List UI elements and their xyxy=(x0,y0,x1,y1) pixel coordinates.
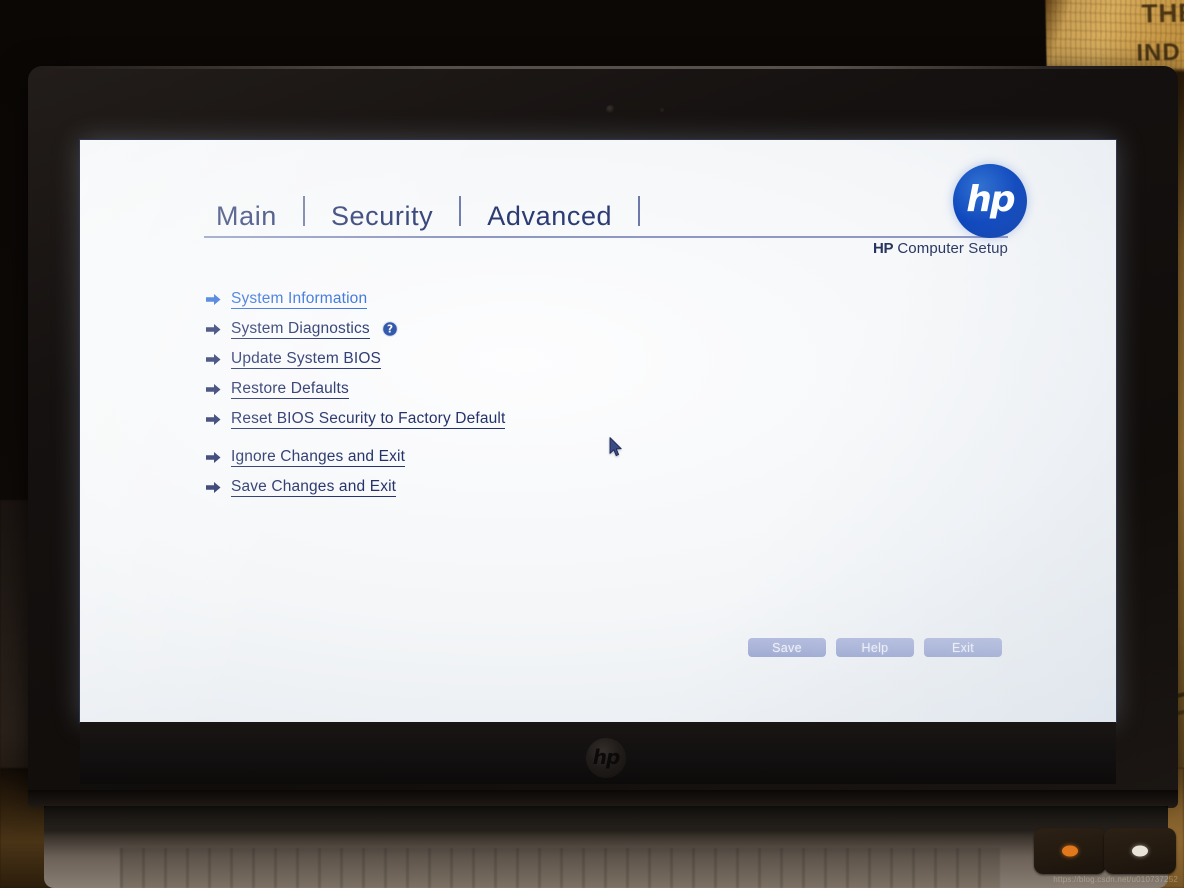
webcam-led-icon xyxy=(660,108,664,112)
menu-group-system: System Information System Diagnostics ? xyxy=(206,288,398,378)
menu-item-label: Reset BIOS Security to Factory Default xyxy=(231,409,506,430)
tab-main[interactable]: Main xyxy=(216,203,277,236)
tab-bar-underline xyxy=(204,236,1008,238)
menu-item-update-system-bios[interactable]: Update System BIOS xyxy=(206,348,398,370)
menu-item-system-information[interactable]: System Information xyxy=(206,288,398,310)
desk-item-white-dot-icon xyxy=(1132,845,1148,857)
menu-item-label: Restore Defaults xyxy=(231,379,349,400)
webcam-icon xyxy=(606,105,615,114)
menu-item-restore-defaults[interactable]: Restore Defaults xyxy=(206,378,505,400)
menu-item-label: Save Changes and Exit xyxy=(231,477,397,498)
laptop-screen: Main Security Advanced hp HP Computer Se… xyxy=(80,140,1116,722)
hp-logo-icon: hp xyxy=(953,164,1027,238)
bios-setup-utility: Main Security Advanced hp HP Computer Se… xyxy=(80,140,1116,722)
hp-computer-setup-label: HP Computer Setup xyxy=(760,240,1008,257)
tab-security[interactable]: Security xyxy=(331,203,433,236)
tab-advanced[interactable]: Advanced xyxy=(487,203,612,236)
tab-separator-3 xyxy=(638,196,641,226)
svg-text:?: ? xyxy=(387,324,393,336)
tab-separator-2 xyxy=(459,196,462,226)
desk-item-left xyxy=(1034,828,1106,874)
arrow-right-icon xyxy=(206,451,221,463)
bios-tab-bar: Main Security Advanced xyxy=(204,188,1008,236)
menu-item-label: System Information xyxy=(231,289,368,310)
backdrop-poster: THE IND xyxy=(1045,0,1184,76)
menu-item-reset-bios-security[interactable]: Reset BIOS Security to Factory Default xyxy=(206,408,506,430)
desk-item-right xyxy=(1104,828,1176,874)
arrow-pointer-cursor xyxy=(609,437,622,457)
menu-item-label: Ignore Changes and Exit xyxy=(231,447,406,468)
menu-item-save-changes-and-exit[interactable]: Save Changes and Exit xyxy=(206,476,405,498)
exit-button[interactable]: Exit xyxy=(924,638,1002,657)
menu-group-exit: Ignore Changes and Exit Save Changes and… xyxy=(206,446,406,506)
tab-separator-1 xyxy=(302,196,305,226)
poster-word-ind: IND xyxy=(1136,38,1182,67)
setup-label-brand: HP xyxy=(872,240,894,257)
laptop-base-shadow xyxy=(44,806,1168,836)
menu-group-defaults: Restore Defaults Reset BIOS Security to … xyxy=(206,378,506,438)
poster-word-the: THE xyxy=(1141,0,1184,29)
arrow-right-icon xyxy=(206,323,221,335)
menu-item-label: Update System BIOS xyxy=(231,349,382,370)
image-watermark: https://blog.csdn.net/u010737252 xyxy=(1053,875,1178,884)
hp-bezel-logo-icon: hp xyxy=(586,738,626,778)
bios-button-bar: Save Help Exit xyxy=(748,638,1002,657)
hp-logo-text: hp xyxy=(966,178,1015,220)
arrow-right-icon xyxy=(206,293,221,305)
hp-bezel-logo-text: hp xyxy=(592,745,621,769)
save-button[interactable]: Save xyxy=(748,638,826,657)
laptop-keyboard xyxy=(120,848,1000,888)
arrow-right-icon xyxy=(206,383,221,395)
help-button[interactable]: Help xyxy=(836,638,914,657)
desk-item-orange-dot-icon xyxy=(1062,845,1078,857)
bezel-top-highlight xyxy=(40,66,1160,69)
arrow-right-icon xyxy=(206,413,221,425)
menu-item-label: System Diagnostics xyxy=(231,319,370,340)
arrow-right-icon xyxy=(206,353,221,365)
setup-label-rest: Computer Setup xyxy=(897,240,1008,257)
menu-item-system-diagnostics[interactable]: System Diagnostics ? xyxy=(206,318,398,340)
help-circle-icon[interactable]: ? xyxy=(382,321,398,337)
menu-item-ignore-changes-and-exit[interactable]: Ignore Changes and Exit xyxy=(206,446,406,468)
arrow-right-icon xyxy=(206,481,221,493)
photo-scene: THE IND Main Security Advanced hp HP Com… xyxy=(0,0,1184,888)
